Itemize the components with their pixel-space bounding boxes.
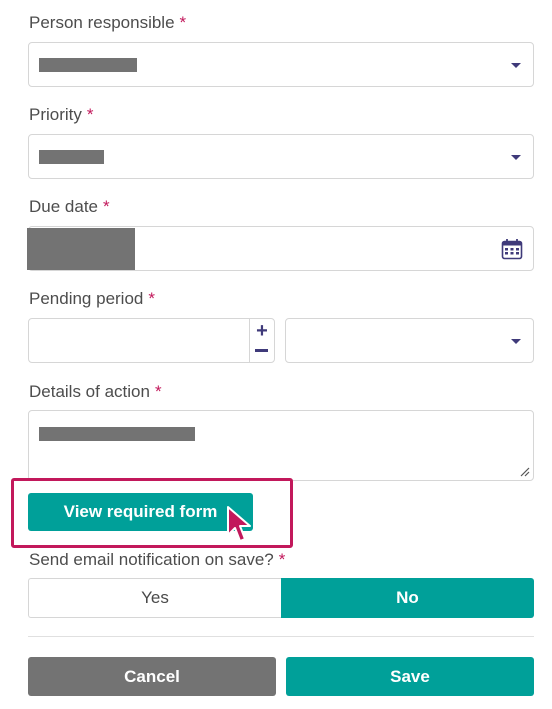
divider	[28, 636, 534, 637]
required-asterisk: *	[86, 105, 94, 124]
due-date-label: Due date *	[29, 197, 110, 217]
chevron-down-icon	[511, 62, 521, 68]
toggle-option-yes-label: Yes	[141, 588, 169, 607]
priority-select[interactable]	[28, 134, 534, 179]
required-asterisk: *	[154, 382, 162, 401]
person-responsible-select[interactable]	[28, 42, 534, 87]
details-of-action-label: Details of action *	[29, 382, 162, 402]
cancel-button-label: Cancel	[124, 667, 180, 686]
view-required-form-button-label: View required form	[63, 502, 218, 521]
toggle-option-no-label: No	[396, 588, 419, 607]
pending-period-number-input[interactable]: +	[28, 318, 275, 363]
send-email-notification-label-text: Send email notification on save?	[29, 550, 274, 569]
cancel-button[interactable]: Cancel	[28, 657, 276, 696]
person-responsible-label-text: Person responsible	[29, 13, 175, 32]
save-button[interactable]: Save	[286, 657, 534, 696]
save-button-label: Save	[390, 667, 430, 686]
mouse-cursor-icon	[227, 506, 251, 542]
chevron-down-icon	[511, 154, 521, 160]
required-asterisk: *	[179, 13, 187, 32]
required-asterisk: *	[148, 289, 155, 308]
resize-handle-icon[interactable]	[520, 467, 530, 477]
due-date-label-text: Due date	[29, 197, 98, 216]
details-of-action-label-text: Details of action	[29, 382, 150, 401]
send-email-notification-label: Send email notification on save? *	[29, 550, 285, 570]
toggle-option-yes[interactable]: Yes	[28, 578, 281, 618]
redacted-value	[39, 58, 137, 72]
redacted-value	[27, 228, 135, 270]
quantity-stepper: +	[249, 319, 274, 362]
email-notification-toggle: Yes No	[28, 578, 534, 618]
pending-period-label-text: Pending period	[29, 289, 144, 308]
due-date-input[interactable]	[27, 226, 534, 271]
pending-period-unit-select[interactable]	[285, 318, 534, 363]
view-required-form-button[interactable]: View required form	[28, 493, 253, 531]
required-asterisk: *	[103, 197, 110, 216]
priority-label: Priority *	[29, 105, 94, 125]
toggle-option-no[interactable]: No	[281, 578, 534, 618]
redacted-value	[39, 150, 104, 164]
pending-period-label: Pending period *	[29, 289, 155, 309]
chevron-down-icon	[511, 338, 521, 344]
redacted-value	[39, 427, 195, 441]
plus-icon[interactable]: +	[250, 321, 274, 341]
calendar-icon[interactable]	[501, 238, 523, 260]
details-of-action-textarea[interactable]	[28, 410, 534, 481]
minus-icon[interactable]	[255, 349, 268, 352]
priority-label-text: Priority	[29, 105, 82, 124]
person-responsible-label: Person responsible *	[29, 13, 186, 33]
required-asterisk: *	[278, 550, 286, 569]
